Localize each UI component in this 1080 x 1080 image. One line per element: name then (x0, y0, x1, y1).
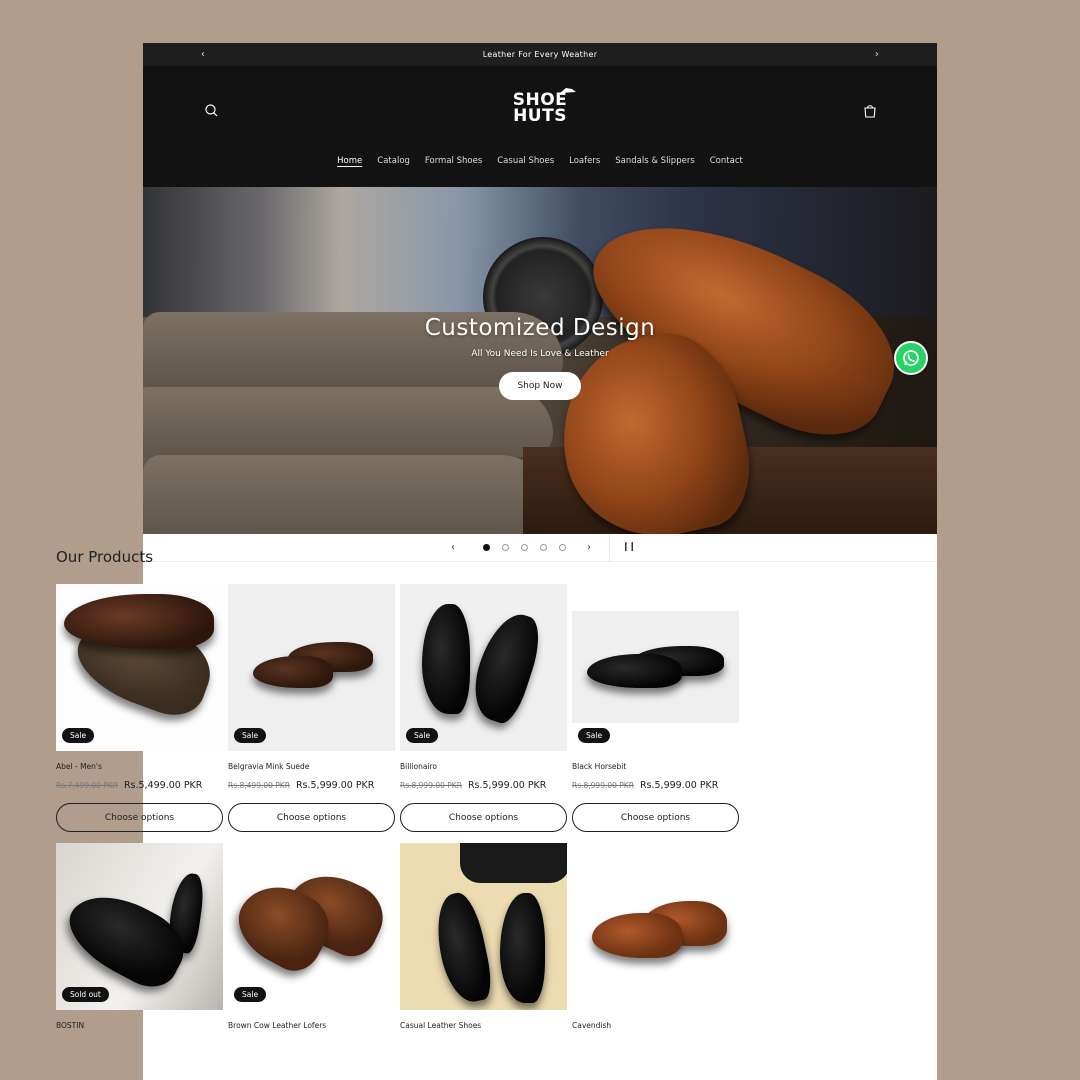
sale-price: Rs.5,999.00 PKR (467, 780, 547, 791)
slide-dot[interactable] (521, 544, 528, 551)
whatsapp-chat-button[interactable] (894, 341, 928, 375)
product-shoe-image (429, 889, 496, 1007)
nav-catalog[interactable]: Catalog (377, 156, 410, 166)
product-image[interactable] (400, 843, 567, 1010)
product-name[interactable]: Belgravia Mink Suede (228, 762, 395, 771)
slide-dot[interactable] (559, 544, 566, 551)
product-name[interactable]: Abel - Men's (56, 762, 223, 771)
nav-home[interactable]: Home (337, 156, 362, 166)
hero-sweater-image (143, 455, 553, 534)
compare-price: Rs.8,999.00 PKR (400, 781, 462, 790)
sale-badge: Sale (62, 728, 95, 743)
product-shoe-image (64, 594, 214, 649)
divider (609, 534, 610, 562)
product-price: Rs.7,499.00 PKR Rs.5,499.00 PKR (56, 780, 223, 791)
product-name[interactable]: Casual Leather Shoes (400, 1021, 567, 1030)
product-price: Rs.8,999.00 PKR Rs.5,999.00 PKR (572, 780, 739, 791)
sale-price: Rs.5,999.00 PKR (295, 780, 375, 791)
sale-price: Rs.5,999.00 PKR (639, 780, 719, 791)
product-card[interactable]: Cavendish (572, 843, 739, 1030)
product-card[interactable]: Sale Black Horsebit Rs.8,999.00 PKR Rs.5,… (572, 584, 739, 832)
nav-casual-shoes[interactable]: Casual Shoes (497, 156, 554, 166)
product-card[interactable]: Sold out BOSTIN (56, 843, 223, 1030)
compare-price: Rs.7,499.00 PKR (56, 781, 118, 790)
product-name[interactable]: Brown Cow Leather Lofers (228, 1021, 395, 1030)
nav-formal-shoes[interactable]: Formal Shoes (425, 156, 482, 166)
chevron-left-icon[interactable]: ‹ (193, 43, 213, 66)
product-card[interactable]: Sale Brown Cow Leather Lofers (228, 843, 395, 1030)
product-card[interactable]: Casual Leather Shoes (400, 843, 567, 1030)
slide-dots (483, 544, 566, 551)
product-card[interactable]: Sale Belgravia Mink Suede Rs.8,499.00 PK… (228, 584, 395, 832)
product-image[interactable] (572, 843, 739, 1010)
product-name[interactable]: BOSTIN (56, 1021, 223, 1030)
product-image[interactable]: Sale (400, 584, 567, 751)
nav-sandals-slippers[interactable]: Sandals & Slippers (615, 156, 694, 166)
pause-icon[interactable]: ❙❙ (622, 542, 636, 552)
compare-price: Rs.8,499.00 PKR (228, 781, 290, 790)
choose-options-button[interactable]: Choose options (56, 803, 223, 832)
shop-now-button[interactable]: Shop Now (499, 372, 581, 400)
product-shoe-image (592, 913, 682, 958)
hero-subtitle: All You Need Is Love & Leather (471, 349, 609, 359)
search-icon[interactable] (203, 102, 221, 120)
choose-options-button[interactable]: Choose options (400, 803, 567, 832)
announcement-bar: ‹ Leather For Every Weather › (143, 43, 937, 66)
nav-loafers[interactable]: Loafers (569, 156, 600, 166)
hero-title: Customized Design (424, 315, 656, 341)
chevron-right-icon[interactable]: › (867, 43, 887, 66)
product-card[interactable]: Sale Abel - Men's Rs.7,499.00 PKR Rs.5,49… (56, 584, 223, 832)
sale-price: Rs.5,499.00 PKR (123, 780, 203, 791)
sale-badge: Sale (578, 728, 611, 743)
choose-options-button[interactable]: Choose options (228, 803, 395, 832)
sale-badge: Sale (234, 987, 267, 1002)
slide-dot[interactable] (540, 544, 547, 551)
shoe-logo-icon (560, 88, 576, 93)
product-image[interactable]: Sale (56, 584, 223, 751)
product-shoe-image (464, 606, 548, 728)
logo[interactable]: SHOE HUTS (500, 88, 580, 126)
product-name[interactable]: Billionairo (400, 762, 567, 771)
product-image[interactable]: Sale (228, 584, 395, 751)
product-card[interactable]: Sale Billionairo Rs.8,999.00 PKR Rs.5,999… (400, 584, 567, 832)
slider-controls: ‹ › ❙❙ (143, 534, 937, 562)
whatsapp-icon (903, 350, 919, 366)
sale-badge: Sale (406, 728, 439, 743)
product-price: Rs.8,999.00 PKR Rs.5,999.00 PKR (400, 780, 567, 791)
product-shoe-image (422, 604, 470, 714)
slide-dot[interactable] (483, 544, 490, 551)
sold-out-badge: Sold out (62, 987, 109, 1002)
product-grid: Sale Abel - Men's Rs.7,499.00 PKR Rs.5,49… (56, 584, 739, 1030)
logo-line2: HUTS (513, 106, 567, 126)
nav-contact[interactable]: Contact (710, 156, 743, 166)
product-price: Rs.8,499.00 PKR Rs.5,999.00 PKR (228, 780, 395, 791)
hero-content: Customized Design All You Need Is Love &… (143, 315, 937, 400)
main-nav: Home Catalog Formal Shoes Casual Shoes L… (143, 156, 937, 166)
sale-badge: Sale (234, 728, 267, 743)
product-shoe-image (500, 893, 545, 1003)
slide-dot[interactable] (502, 544, 509, 551)
hero-banner: Customized Design All You Need Is Love &… (143, 187, 937, 534)
product-image[interactable]: Sale (572, 584, 739, 751)
product-image[interactable]: Sale (228, 843, 395, 1010)
site-header: SHOE HUTS Home Catalog Formal Shoes Casu… (143, 66, 937, 187)
product-name[interactable]: Cavendish (572, 1021, 739, 1030)
product-image[interactable]: Sold out (56, 843, 223, 1010)
choose-options-button[interactable]: Choose options (572, 803, 739, 832)
compare-price: Rs.8,999.00 PKR (572, 781, 634, 790)
chevron-right-icon[interactable]: › (587, 542, 591, 553)
product-shoe-image (253, 656, 333, 688)
section-title: Our Products (56, 548, 154, 566)
product-name[interactable]: Black Horsebit (572, 762, 739, 771)
product-shoe-image (587, 654, 682, 688)
chevron-left-icon[interactable]: ‹ (451, 542, 455, 553)
announcement-text: Leather For Every Weather (482, 50, 598, 59)
cart-icon[interactable] (861, 102, 879, 120)
product-legs-image (460, 843, 567, 883)
